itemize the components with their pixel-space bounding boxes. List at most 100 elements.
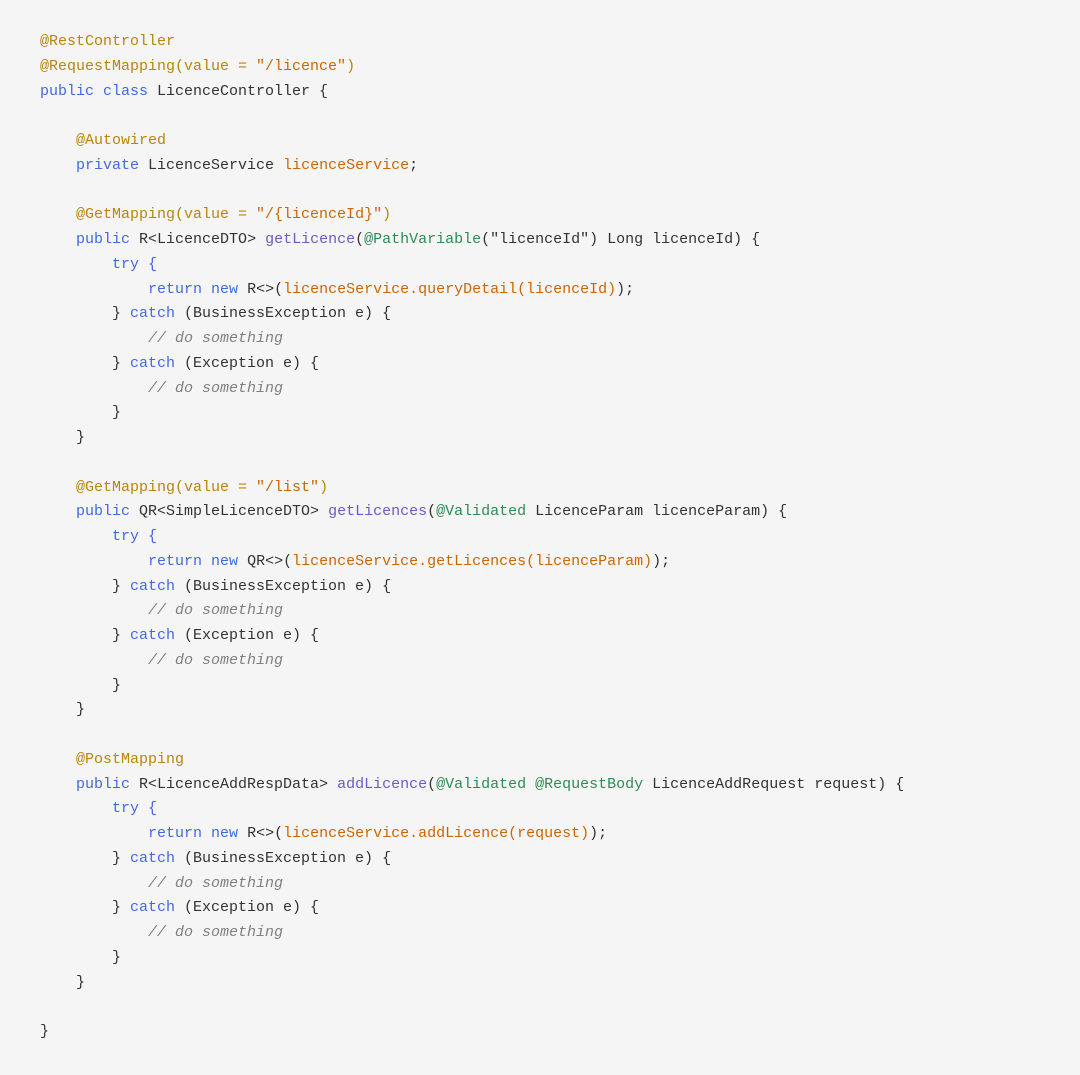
code-line bbox=[40, 179, 1040, 204]
code-line: return new QR<>(licenceService.getLicenc… bbox=[40, 550, 1040, 575]
code-token: // do something bbox=[148, 924, 283, 941]
code-token: (Exception e) { bbox=[184, 627, 319, 644]
code-token: // do something bbox=[148, 602, 283, 619]
code-token bbox=[40, 157, 76, 174]
code-token: public bbox=[40, 83, 103, 100]
code-line: public QR<SimpleLicenceDTO> getLicences(… bbox=[40, 500, 1040, 525]
code-line: public R<LicenceDTO> getLicence(@PathVar… bbox=[40, 228, 1040, 253]
code-token: (Exception e) { bbox=[184, 899, 319, 916]
code-line bbox=[40, 451, 1040, 476]
code-token: ( bbox=[355, 231, 364, 248]
code-token bbox=[40, 479, 76, 496]
code-token: } bbox=[40, 404, 121, 421]
code-token bbox=[40, 751, 76, 768]
code-token: getLicences bbox=[328, 503, 427, 520]
code-token: @PathVariable bbox=[364, 231, 481, 248]
code-line: // do something bbox=[40, 327, 1040, 352]
code-token: try { bbox=[112, 528, 157, 545]
code-token: ); bbox=[652, 553, 670, 570]
code-token: (BusinessException e) { bbox=[184, 850, 391, 867]
code-line: } bbox=[40, 426, 1040, 451]
code-token: R<>( bbox=[247, 281, 283, 298]
code-token: ; bbox=[409, 157, 418, 174]
code-token: @Autowired bbox=[76, 132, 166, 149]
code-line: @GetMapping(value = "/list") bbox=[40, 476, 1040, 501]
code-token: @RequestBody bbox=[535, 776, 652, 793]
code-token: ) bbox=[382, 206, 391, 223]
code-token bbox=[40, 528, 112, 545]
code-token: } bbox=[40, 850, 130, 867]
code-line: @Autowired bbox=[40, 129, 1040, 154]
code-token: public bbox=[76, 776, 139, 793]
code-token: (BusinessException e) { bbox=[184, 578, 391, 595]
code-block: @RestController @RequestMapping(value = "… bbox=[40, 30, 1040, 1045]
code-token: @PostMapping bbox=[76, 751, 184, 768]
code-token: } bbox=[40, 974, 85, 991]
code-token: public bbox=[76, 503, 139, 520]
code-token: return bbox=[148, 553, 211, 570]
code-token: licenceService.addLicence(request) bbox=[283, 825, 589, 842]
code-line: try { bbox=[40, 525, 1040, 550]
code-token: // do something bbox=[148, 330, 283, 347]
code-token bbox=[40, 231, 76, 248]
code-line: @RestController bbox=[40, 30, 1040, 55]
code-line: @GetMapping(value = "/{licenceId}") bbox=[40, 203, 1040, 228]
code-line: } bbox=[40, 674, 1040, 699]
code-token: <LicenceDTO> bbox=[148, 231, 265, 248]
code-line: } catch (BusinessException e) { bbox=[40, 302, 1040, 327]
code-token: class bbox=[103, 83, 157, 100]
code-line bbox=[40, 723, 1040, 748]
code-container: @RestController @RequestMapping(value = "… bbox=[0, 0, 1080, 1075]
code-line: @PostMapping bbox=[40, 748, 1040, 773]
code-line: } catch (Exception e) { bbox=[40, 896, 1040, 921]
code-token: } bbox=[40, 1023, 49, 1040]
code-token: @GetMapping(value = bbox=[76, 479, 256, 496]
code-token: licenceService.queryDetail(licenceId) bbox=[283, 281, 616, 298]
code-token: ( bbox=[427, 776, 436, 793]
code-token: @RestController bbox=[40, 33, 175, 50]
code-line: // do something bbox=[40, 599, 1040, 624]
code-line: @RequestMapping(value = "/licence") bbox=[40, 55, 1040, 80]
code-token: } bbox=[40, 429, 85, 446]
code-token: new bbox=[211, 281, 247, 298]
code-token: public bbox=[76, 231, 139, 248]
code-token: catch bbox=[130, 355, 184, 372]
code-token: new bbox=[211, 553, 247, 570]
code-token: QR<>( bbox=[247, 553, 292, 570]
code-token: // do something bbox=[148, 380, 283, 397]
code-line: } bbox=[40, 401, 1040, 426]
code-token: R<>( bbox=[247, 825, 283, 842]
code-token bbox=[40, 206, 76, 223]
code-token bbox=[40, 380, 148, 397]
code-token bbox=[40, 875, 148, 892]
code-token: catch bbox=[130, 305, 184, 322]
code-token: } bbox=[40, 305, 130, 322]
code-token: ); bbox=[616, 281, 634, 298]
code-token: ) bbox=[346, 58, 355, 75]
code-token: catch bbox=[130, 899, 184, 916]
code-token: } bbox=[40, 899, 130, 916]
code-line: try { bbox=[40, 797, 1040, 822]
code-line: // do something bbox=[40, 921, 1040, 946]
code-token: // do something bbox=[148, 652, 283, 669]
code-token bbox=[40, 776, 76, 793]
code-line: } bbox=[40, 698, 1040, 723]
code-token bbox=[40, 281, 148, 298]
code-token: } bbox=[40, 701, 85, 718]
code-line: } catch (BusinessException e) { bbox=[40, 575, 1040, 600]
code-line: } bbox=[40, 971, 1040, 996]
code-token: } bbox=[40, 677, 121, 694]
code-token bbox=[40, 602, 148, 619]
code-token: LicenceController { bbox=[157, 83, 328, 100]
code-token bbox=[40, 800, 112, 817]
code-token: "/list" bbox=[256, 479, 319, 496]
code-token: licenceService.getLicences(licenceParam) bbox=[292, 553, 652, 570]
code-line: } bbox=[40, 946, 1040, 971]
code-token: LicenceParam licenceParam) { bbox=[535, 503, 787, 520]
code-token bbox=[40, 924, 148, 941]
code-token: R bbox=[139, 231, 148, 248]
code-line: return new R<>(licenceService.queryDetai… bbox=[40, 278, 1040, 303]
code-token: } bbox=[40, 578, 130, 595]
code-token: R<LicenceAddRespData> bbox=[139, 776, 337, 793]
code-token bbox=[40, 132, 76, 149]
